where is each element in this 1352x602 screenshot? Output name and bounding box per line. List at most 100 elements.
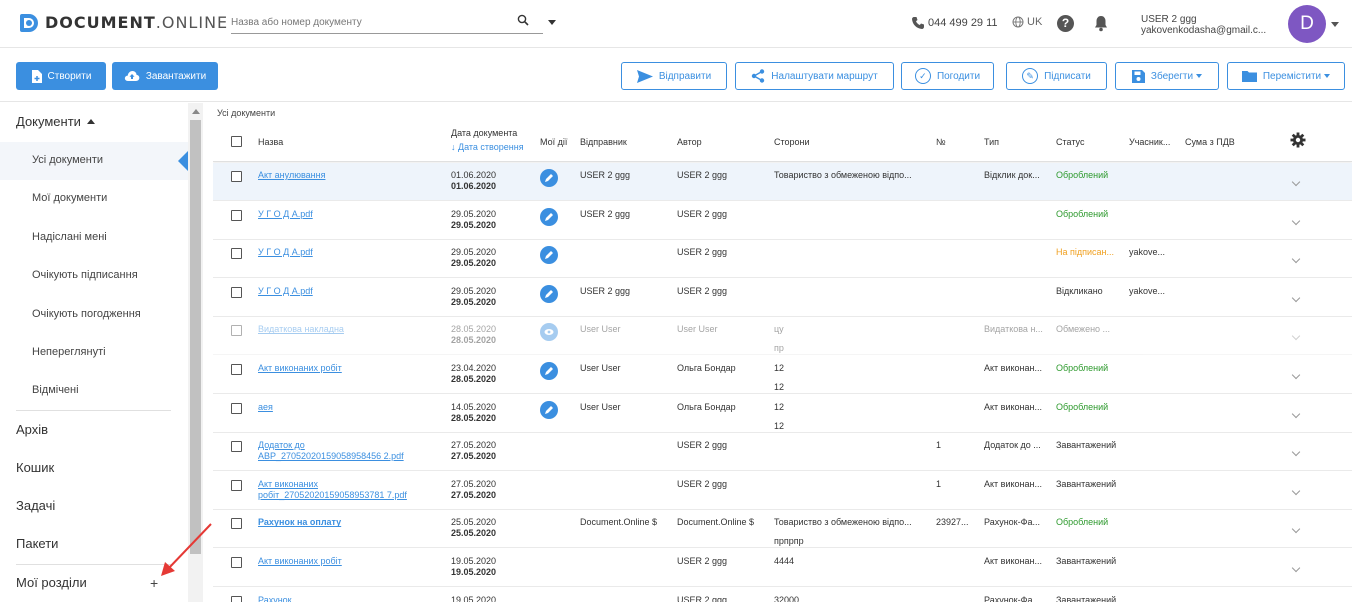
table-row[interactable]: Рахунок 19.05.2020 USER 2 ggg 32000 Рахунок-… [213, 588, 1352, 602]
search-filter-chevron-down-icon[interactable] [548, 20, 556, 25]
user-menu-chevron-down-icon[interactable] [1331, 22, 1339, 27]
document-name-link[interactable]: аея [258, 402, 433, 413]
chevron-down-icon[interactable] [1291, 525, 1301, 534]
chevron-down-icon[interactable] [1291, 409, 1301, 418]
sidebar-item-marked[interactable]: Відмічені [32, 384, 79, 396]
configure-route-button[interactable]: Налаштувати маршрут [735, 62, 894, 90]
document-name-link-line2[interactable]: робіт_27052020159058953781 7.pdf [258, 490, 433, 501]
chevron-down-icon[interactable] [1291, 370, 1301, 380]
column-sender[interactable]: Відправник [580, 137, 627, 147]
row-checkbox[interactable] [231, 248, 242, 260]
chevron-down-icon[interactable] [1291, 177, 1301, 187]
row-checkbox[interactable] [231, 286, 242, 298]
sidebar-item-packages[interactable]: Пакети [16, 536, 58, 551]
view-action-button[interactable] [540, 323, 558, 342]
sidebar-item-unviewed[interactable]: Непереглянуті [32, 346, 106, 358]
document-name-link[interactable]: Рахунок [258, 595, 433, 602]
table-row[interactable]: Видаткова накладна 28.05.2020 28.05.2020 Us… [213, 317, 1352, 356]
select-all-checkbox[interactable] [231, 136, 242, 147]
save-button[interactable]: Зберегти [1115, 62, 1219, 90]
document-name-link[interactable]: У Г О Д А.pdf [258, 247, 433, 258]
row-checkbox[interactable] [231, 364, 242, 375]
scrollbar-thumb[interactable] [190, 120, 201, 554]
sign-action-button[interactable] [540, 362, 558, 380]
send-button[interactable]: Відправити [621, 62, 727, 90]
table-row[interactable]: Рахунок на оплату 25.05.2020 25.05.2020 Doc… [213, 510, 1352, 549]
approve-button[interactable]: ✓ Погодити [901, 62, 994, 90]
column-parties[interactable]: Сторони [774, 137, 810, 147]
column-my-actions[interactable]: Мої дії [540, 137, 567, 147]
column-participants[interactable]: Учасник... [1129, 137, 1170, 147]
sidebar-section-documents[interactable]: Документи [16, 114, 95, 129]
sign-action-button[interactable] [540, 400, 558, 419]
chevron-down-icon[interactable] [1291, 332, 1301, 341]
sidebar-item-awaiting-approval[interactable]: Очікують погодження [32, 308, 141, 320]
table-row[interactable]: Акт виконаних робіт 19.05.2020 19.05.2020 U… [213, 549, 1352, 587]
scroll-up-icon[interactable] [192, 109, 200, 114]
chevron-down-icon[interactable] [1291, 563, 1301, 573]
sidebar-item-sent-to-me[interactable]: Надіслані мені [32, 231, 107, 243]
row-checkbox[interactable] [231, 479, 242, 491]
sign-action-button[interactable] [540, 207, 558, 226]
column-number[interactable]: № [936, 137, 946, 147]
logo[interactable]: DOCUMENT.ONLINE [20, 13, 228, 32]
chevron-down-icon[interactable] [1291, 254, 1301, 264]
row-checkbox[interactable] [231, 518, 242, 530]
document-name-link[interactable]: Видаткова накладна [258, 324, 433, 335]
document-name-link[interactable]: Акт анулювання [258, 170, 433, 181]
table-row[interactable]: У Г О Д А.pdf 29.05.2020 29.05.2020 USER 2 … [213, 279, 1352, 317]
document-name-link-line2[interactable]: АВР_27052020159058958456 2.pdf [258, 451, 433, 462]
table-row[interactable]: У Г О Д А.pdf 29.05.2020 29.05.2020 USER 2 … [213, 240, 1352, 279]
column-author[interactable]: Автор [677, 137, 702, 147]
gear-icon[interactable] [1290, 132, 1306, 148]
bell-icon[interactable] [1093, 14, 1109, 32]
column-doc-date[interactable]: Дата документа [451, 128, 517, 138]
language-switcher[interactable]: UK [1012, 16, 1042, 28]
chevron-down-icon[interactable] [1291, 447, 1301, 457]
search-input[interactable] [231, 12, 501, 28]
sign-action-button[interactable] [540, 284, 558, 303]
table-row[interactable]: У Г О Д А.pdf 29.05.2020 29.05.2020 USER 2 … [213, 202, 1352, 240]
table-row[interactable]: аея 14.05.2020 28.05.2020 User User Ольга Бо… [213, 395, 1352, 433]
avatar[interactable]: D [1288, 5, 1326, 43]
column-created-date[interactable]: ↓ Дата створення [451, 142, 524, 152]
sidebar-item-awaiting-signing[interactable]: Очікують підписання [32, 269, 138, 281]
row-checkbox[interactable] [231, 441, 242, 453]
sidebar-item-my-sections[interactable]: Мої розділи [16, 575, 87, 590]
document-name-link[interactable]: Акт виконаних робіт [258, 363, 433, 374]
sidebar-item-archive[interactable]: Архів [16, 422, 48, 437]
column-name[interactable]: Назва [258, 137, 283, 147]
row-checkbox[interactable] [231, 595, 242, 602]
document-name-link[interactable]: У Г О Д А.pdf [258, 209, 433, 220]
column-type[interactable]: Тип [984, 137, 999, 147]
table-row[interactable]: Акт виконаних робіт_27052020159058953781 … [213, 472, 1352, 510]
user-info[interactable]: USER 2 ggg yakovenkodasha@gmail.c... [1141, 14, 1266, 36]
sign-action-button[interactable] [540, 246, 558, 265]
row-checkbox[interactable] [231, 557, 242, 568]
help-icon[interactable]: ? [1057, 15, 1074, 32]
document-name-link[interactable]: У Г О Д А.pdf [258, 286, 433, 297]
row-checkbox[interactable] [231, 402, 242, 414]
column-status[interactable]: Статус [1056, 137, 1084, 147]
chevron-down-icon[interactable] [1291, 216, 1301, 225]
row-checkbox[interactable] [231, 209, 242, 221]
chevron-down-icon[interactable] [1291, 293, 1301, 303]
sidebar-item-trash[interactable]: Кошик [16, 460, 54, 475]
chevron-down-icon[interactable] [1291, 486, 1301, 496]
table-row[interactable]: Акт анулювання 01.06.2020 01.06.2020 USER 2… [213, 163, 1352, 201]
create-button[interactable]: Створити [16, 62, 106, 90]
row-checkbox[interactable] [231, 325, 242, 337]
table-row[interactable]: Додаток до АВР_27052020159058958456 2.pdf… [213, 433, 1352, 472]
search-icon[interactable] [517, 14, 529, 26]
move-button[interactable]: Перемістити [1227, 62, 1345, 90]
sign-action-button[interactable] [540, 169, 558, 187]
upload-button[interactable]: Завантажити [112, 62, 218, 90]
document-name-link[interactable]: Додаток до [258, 440, 433, 451]
document-name-link[interactable]: Акт виконаних [258, 479, 433, 490]
document-name-link[interactable]: Рахунок на оплату [258, 517, 433, 528]
document-name-link[interactable]: Акт виконаних робіт [258, 556, 433, 567]
sidebar-item-tasks[interactable]: Задачі [16, 498, 55, 513]
sidebar-item-all-documents[interactable]: Усі документи [32, 154, 103, 166]
column-sum-vat[interactable]: Сума з ПДВ [1185, 137, 1235, 147]
row-checkbox[interactable] [231, 171, 242, 182]
